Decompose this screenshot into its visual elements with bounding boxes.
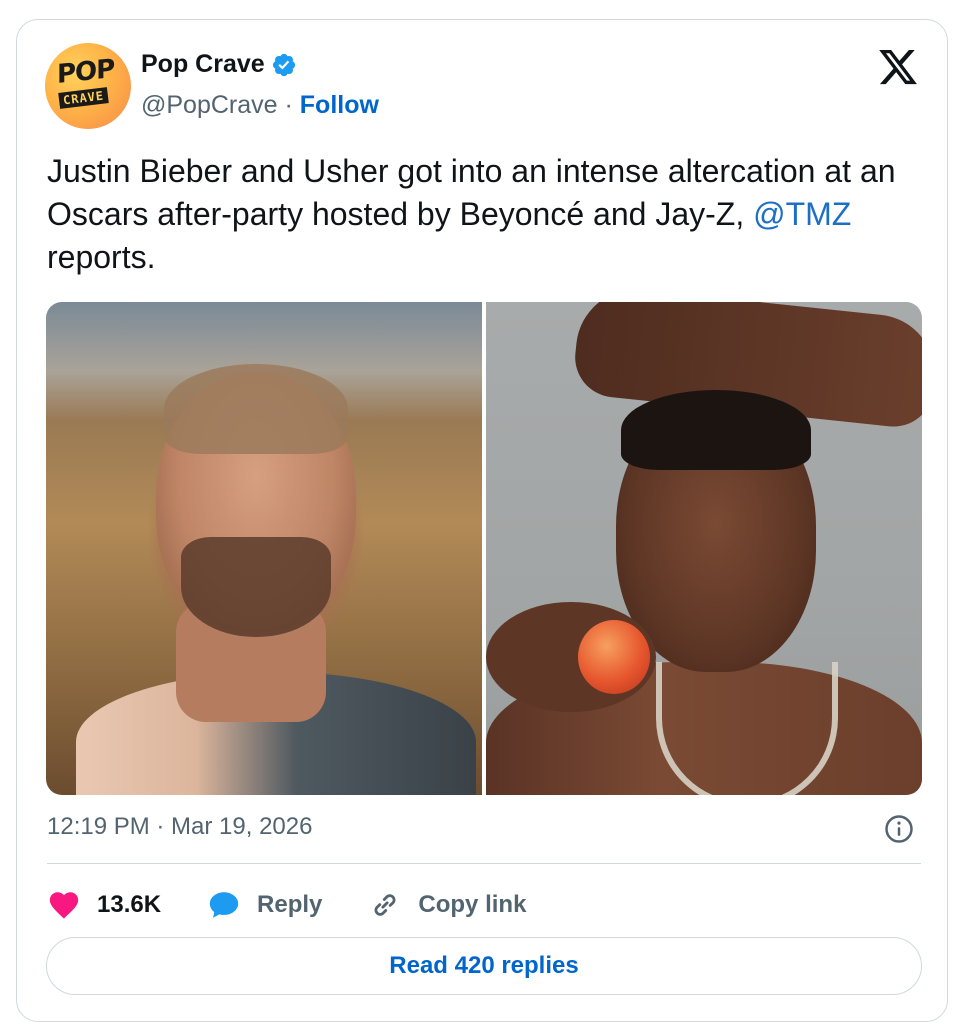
tweet-text: Justin Bieber and Usher got into an inte… (47, 150, 927, 279)
media-grid (46, 302, 922, 795)
info-icon[interactable] (884, 814, 914, 844)
tweet-embed-card: POP CRAVE Pop Crave @PopCrave · Follow J… (16, 19, 948, 1022)
mention-link[interactable]: @TMZ (753, 196, 851, 232)
x-logo-icon[interactable] (877, 46, 919, 88)
divider (47, 863, 921, 864)
avatar-logo-subtext: CRAVE (58, 87, 109, 109)
author-name-row: Pop Crave (141, 50, 297, 79)
photo-right[interactable] (486, 302, 922, 795)
copy-link-button[interactable]: Copy link (368, 888, 526, 922)
author-name[interactable]: Pop Crave (141, 50, 265, 79)
read-replies-button[interactable]: Read 420 replies (46, 937, 922, 995)
follow-link[interactable]: Follow (300, 91, 379, 120)
verified-badge-icon (272, 53, 295, 76)
avatar-logo-text: POP (57, 53, 115, 91)
photo-left[interactable] (46, 302, 482, 795)
heart-icon (49, 892, 79, 919)
tweet-text-end: reports. (47, 239, 156, 275)
action-bar: 13.6K Reply Copy link (47, 885, 572, 925)
link-icon (374, 894, 396, 916)
handle-separator: · (277, 91, 300, 119)
author-handle-row: @PopCrave · Follow (141, 91, 379, 120)
reply-button[interactable]: Reply (207, 888, 322, 922)
like-button[interactable]: 13.6K (47, 888, 161, 922)
timestamp[interactable]: 12:19 PM · Mar 19, 2026 (47, 813, 312, 841)
author-handle[interactable]: @PopCrave (141, 91, 278, 120)
reply-bubble-icon (209, 892, 239, 918)
like-count: 13.6K (97, 891, 162, 918)
copy-link-label: Copy link (418, 891, 527, 918)
reply-label: Reply (257, 891, 323, 918)
avatar[interactable]: POP CRAVE (45, 43, 131, 129)
